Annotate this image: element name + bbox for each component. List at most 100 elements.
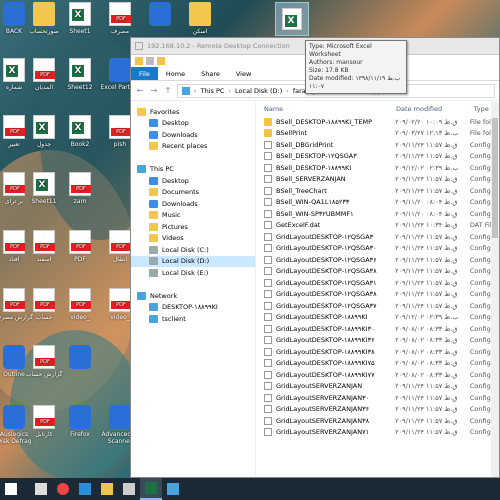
file-row[interactable]: GetExcelF.dat ۲۰۹/۱۱/۲۴ ق.ظ ۱۰:۳۴ DAT File [256, 220, 499, 232]
file-row[interactable]: GridLayoutDESKTOP-۱۲QSGA۳۸ ۲۰۹/۱۱/۲۴ ق.ظ … [256, 289, 499, 301]
up-arrow-icon[interactable]: ↑ [163, 86, 173, 96]
desktop-icon[interactable]: zam [60, 172, 100, 205]
start-icon[interactable] [0, 478, 22, 500]
desktop-icon[interactable]: کارتابل [24, 405, 64, 438]
nav-item[interactable]: Pictures [131, 221, 255, 233]
desktop-icon[interactable]: Sheet12 [60, 58, 100, 91]
desktop-icon[interactable]: صورتحساب [24, 2, 64, 35]
chrome-icon[interactable] [52, 478, 74, 500]
nav-item[interactable]: Favorites [131, 106, 255, 118]
nav-item[interactable]: Downloads [131, 198, 255, 210]
ribbon-tab-home[interactable]: Home [158, 67, 193, 80]
edge-icon[interactable] [74, 478, 96, 500]
desktop-icon[interactable]: PDF [60, 230, 100, 263]
file-row[interactable]: GridLayoutDESKTOP-۱۸۸۹۹KI۳۸ ۲۰۹/۰۸/۰۲ ق.ظ… [256, 346, 499, 358]
desktop-icon[interactable]: المدیان [24, 58, 64, 91]
file-row[interactable]: BSell_TreeChart ۲۰۹/۱۱/۲۴ ق.ظ ۱۱:۵۷ Config… [256, 185, 499, 197]
nav-item[interactable]: Recent places [131, 141, 255, 153]
desktop-icon-label: Sheet1 [69, 28, 91, 35]
desktop-icon[interactable]: Firefox [60, 405, 100, 438]
nav-item[interactable]: Local Disk (E:) [131, 267, 255, 279]
ribbon-tab-file[interactable]: File [131, 67, 158, 80]
desktop-icon[interactable]: Sheet1 [60, 2, 100, 35]
vertical-scrollbar[interactable] [491, 102, 499, 477]
scrollbar-thumb[interactable] [492, 118, 498, 238]
excel-app-icon[interactable] [140, 478, 162, 500]
file-row[interactable]: GridLayoutDESKTOP-۱۲QSGA۳ ۲۰۹/۱۱/۲۴ ق.ظ ۱… [256, 231, 499, 243]
nav-item[interactable]: Videos [131, 233, 255, 245]
desktop-icon[interactable]: گزارش حساب [24, 345, 64, 378]
properties-icon[interactable] [146, 57, 154, 65]
mail-icon[interactable] [118, 478, 140, 500]
explorer-icon[interactable] [96, 478, 118, 500]
file-name-cell: GridLayoutDESKTOP-۱۸۸۹۹KI۳۸ [256, 347, 392, 356]
file-row[interactable]: GridLayoutDESKTOP-۱۲QSGA۳۸ ۲۰۹/۱۱/۲۴ ق.ظ … [256, 266, 499, 278]
desktop-icon[interactable]: مصرف [100, 2, 140, 35]
file-row[interactable]: GridLayoutDESKTOP-۱۲QSGA۳۶ ۲۰۹/۱۱/۲۴ ق.ظ … [256, 254, 499, 266]
breadcrumb-separator[interactable]: › [194, 87, 197, 95]
file-name-cell: GridLayoutDESKTOP-۱۲QSGA۳۰ [256, 244, 392, 253]
nav-item[interactable]: Desktop [131, 118, 255, 130]
file-row[interactable]: GridLayoutSERVERZANJAN۳۰ ۲۰۹/۱۱/۲۴ ق.ظ ۱۱… [256, 392, 499, 404]
file-row[interactable]: BSell_DESKTOP-۱۸۸۹۹KI_TEMP ۲۰۹/۰۲/۲۰ ق.ظ … [256, 116, 499, 128]
breadcrumb-separator[interactable]: › [228, 87, 231, 95]
new-folder-icon[interactable] [157, 57, 165, 65]
breadcrumb-segment[interactable]: Local Disk (D:) [235, 87, 282, 95]
file-row[interactable]: GridLayoutDESKTOP-۱۸۸۹۹KI۷۵ ۲۰۹/۰۸/۰۲ ق.ظ… [256, 358, 499, 370]
file-row[interactable]: BSell_DBGridPrint ۲۰۹/۱۱/۲۴ ق.ظ ۱۱:۵۷ Conf… [256, 139, 499, 151]
file-row[interactable]: GridLayoutSERVERZANJAN۷۱ ۲۰۹/۱۱/۲۴ ق.ظ ۱۱… [256, 427, 499, 439]
file-row[interactable]: BSell_WIN-QA1L۱۸۵۲۳۳ ۲۰۹/۱۱/۲۰ ق.ظ ۰۸:۰۴ C… [256, 197, 499, 209]
pdf-file-icon [69, 230, 91, 254]
breadcrumb-separator[interactable]: › [286, 87, 289, 95]
desktop-icon[interactable]: جدول [24, 115, 64, 148]
desktop-icon[interactable]: Sheet11 [24, 172, 64, 205]
file-row[interactable]: GridLayoutDESKTOP-۱۸۸۹۹KI۳۰ ۲۰۹/۰۸/۰۲ ق.ظ… [256, 323, 499, 335]
nav-item[interactable]: Desktop [131, 175, 255, 187]
nav-item[interactable]: DESKTOP-۱۸۸۹۹KI [131, 302, 255, 314]
task-view-icon[interactable] [30, 478, 52, 500]
desktop-icon[interactable]: اسکن [180, 2, 220, 35]
nav-item[interactable]: Documents [131, 187, 255, 199]
file-row[interactable]: GridLayoutDESKTOP-۱۸۸۹۹KI۳۶ ۲۰۹/۰۸/۰۲ ق.ظ… [256, 335, 499, 347]
file-row[interactable]: BSell_SERVERZANJAN ۲۰۹/۱۱/۲۴ ق.ظ ۱۱:۵۷ Con… [256, 174, 499, 186]
column-header-date[interactable]: Date modified [392, 105, 470, 113]
desktop-icon[interactable]: حساب [24, 288, 64, 321]
column-header-name[interactable]: Name [256, 105, 392, 113]
file-row[interactable]: GridLayoutDESKTOP-۱۸۸۹۹KI ۲۰۹/۱۲/۰۲ ب.ظ ۰… [256, 312, 499, 324]
file-row[interactable]: GridLayoutSERVERZANJAN۳۸ ۲۰۹/۱۱/۲۴ ق.ظ ۱۱… [256, 415, 499, 427]
breadcrumb-segment[interactable]: This PC [201, 87, 225, 95]
nav-item[interactable]: tsclient [131, 313, 255, 325]
forward-arrow-icon[interactable]: → [149, 86, 159, 96]
file-row[interactable]: GridLayoutSERVERZANJAN ۲۰۹/۱۱/۲۴ ق.ظ ۱۱:۵… [256, 381, 499, 393]
ribbon-tab-share[interactable]: Share [193, 67, 228, 80]
file-row[interactable]: GridLayoutDESKTOP-۱۸۸۹۹KI۷۷ ۲۰۹/۰۸/۰۲ ق.ظ… [256, 369, 499, 381]
file-row[interactable]: GridLayoutDESKTOP-۱۲QSGA۳۷ ۲۰۹/۱۱/۲۴ ق.ظ … [256, 300, 499, 312]
start-icon-glyph [5, 483, 17, 495]
back-arrow-icon[interactable]: ← [135, 86, 145, 96]
file-row[interactable]: BSell_WIN-SP۳۲UBMMF۱ ۲۰۹/۱۱/۲۰ ق.ظ ۰۸:۰۴ C… [256, 208, 499, 220]
desktop-icon[interactable]: Book2 [60, 115, 100, 148]
desktop-icon[interactable] [140, 2, 180, 28]
remote-desktop-icon[interactable] [162, 478, 184, 500]
pin-icon[interactable] [135, 42, 143, 50]
config-file-icon [264, 278, 272, 287]
desktop-icon[interactable] [60, 345, 100, 371]
file-row[interactable]: BSell_DESKTOP-۱۸۸۹۹KI ۲۰۹/۱۲/۰۲ ب.ظ ۰۲:۳۹… [256, 162, 499, 174]
nav-item[interactable]: Music [131, 210, 255, 222]
file-row[interactable]: BSell_DESKTOP-۱۲QSGA۳ ۲۰۹/۱۱/۲۴ ق.ظ ۱۱:۵۷… [256, 151, 499, 163]
file-row[interactable]: GridLayoutDESKTOP-۱۲QSGA۳۱ ۲۰۹/۱۱/۲۴ ق.ظ … [256, 277, 499, 289]
folder-icon[interactable] [135, 57, 143, 65]
desktop-icon[interactable]: اسفند [24, 230, 64, 263]
file-row[interactable]: BSellPrint ۲۰۹/۰۳/۲۷ ب.ظ ۱۲:۱۳ File folder [256, 128, 499, 140]
explorer-window[interactable]: 192.168.10.2 - Remote Desktop Connection… [130, 37, 500, 478]
ribbon-tab-view[interactable]: View [228, 67, 259, 80]
nav-item[interactable]: Network [131, 290, 255, 302]
dragged-excel-file[interactable] [275, 2, 309, 36]
nav-item[interactable]: This PC [131, 164, 255, 176]
file-row[interactable]: GridLayoutSERVERZANJAN۳۶ ۲۰۹/۱۱/۲۴ ق.ظ ۱۱… [256, 404, 499, 416]
nav-item[interactable]: Downloads [131, 129, 255, 141]
file-row[interactable]: GridLayoutDESKTOP-۱۲QSGA۳۰ ۲۰۹/۱۱/۲۴ ق.ظ … [256, 243, 499, 255]
desktop-icon[interactable]: video_ [60, 288, 100, 321]
nav-item[interactable]: Local Disk (C:) [131, 244, 255, 256]
nav-item[interactable]: Local Disk (D:) [131, 255, 255, 267]
